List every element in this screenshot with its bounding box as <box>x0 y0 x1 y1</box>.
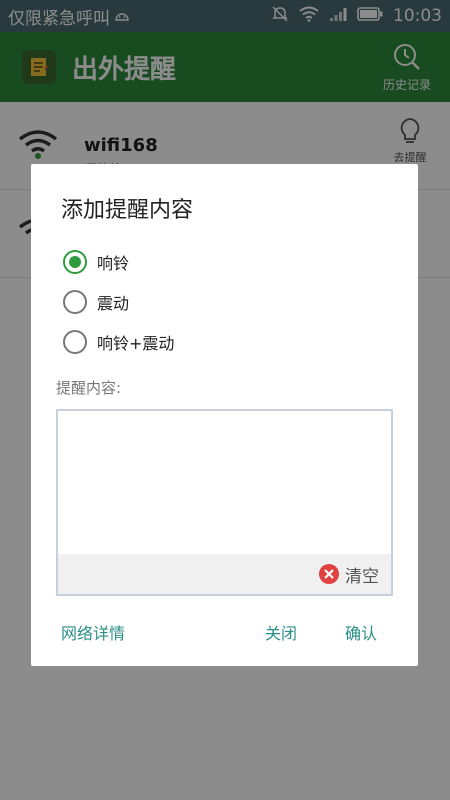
close-button[interactable]: 关闭 <box>265 620 297 644</box>
content-input[interactable] <box>58 411 391 553</box>
add-reminder-dialog: 添加提醒内容 响铃 震动 响铃+震动 提醒内容: 清空 网络详情 关闭 确认 <box>31 164 418 666</box>
radio-label: 响铃 <box>97 254 130 273</box>
radio-button-checked[interactable] <box>63 250 87 274</box>
radio-label: 响铃+震动 <box>97 334 175 353</box>
network-details-button[interactable]: 网络详情 <box>61 620 125 644</box>
radio-button[interactable] <box>63 330 87 354</box>
dialog-actions: 网络详情 关闭 确认 <box>31 620 418 648</box>
content-label: 提醒内容: <box>56 379 122 397</box>
radio-button[interactable] <box>63 290 87 314</box>
radio-option-vibrate[interactable]: 震动 <box>63 288 129 316</box>
dialog-title: 添加提醒内容 <box>61 198 194 223</box>
clear-x-icon <box>319 564 339 584</box>
confirm-button[interactable]: 确认 <box>345 620 377 644</box>
radio-option-ring[interactable]: 响铃 <box>63 248 129 276</box>
clear-label: 清空 <box>345 566 379 587</box>
radio-label: 震动 <box>97 294 130 313</box>
content-box: 清空 <box>56 409 393 596</box>
radio-option-ring-vibrate[interactable]: 响铃+震动 <box>63 328 174 356</box>
clear-bar: 清空 <box>58 554 391 594</box>
clear-button[interactable]: 清空 <box>319 562 379 587</box>
